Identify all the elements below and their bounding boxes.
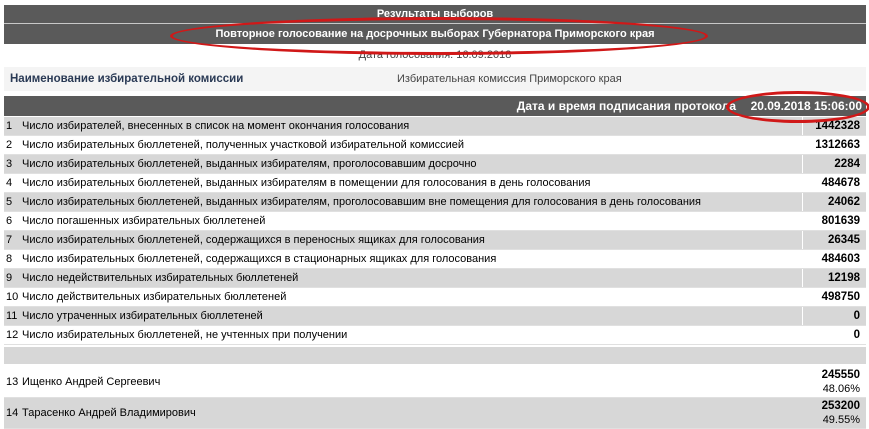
row-label: Число избирательных бюллетеней, содержащ… xyxy=(22,253,497,265)
row-value: 484603 xyxy=(821,253,860,265)
table-row: 2 Число избирательных бюллетеней, получен… xyxy=(4,136,866,155)
row-number: 2 xyxy=(6,139,13,151)
voting-date: Дата голосования: 16.09.2018 xyxy=(358,49,512,61)
row-value: 1312663 xyxy=(815,139,860,151)
table-row: 11 Число утраченных избирательных бюллете… xyxy=(4,307,866,326)
row-label: Число избирателей, внесенных в список на… xyxy=(22,120,410,132)
row-value: 1442328 xyxy=(815,120,860,132)
row-number: 9 xyxy=(6,272,13,284)
results-title: Результаты выборов xyxy=(4,5,866,24)
row-number: 12 xyxy=(6,329,19,341)
protocol-signing-label: Дата и время подписания протокола xyxy=(516,99,736,113)
row-number: 4 xyxy=(6,177,13,189)
row-label: Число действительных избирательных бюлле… xyxy=(22,291,287,303)
table-row: 3 Число избирательных бюллетеней, выданны… xyxy=(4,155,866,174)
row-label: Число избирательных бюллетеней, выданных… xyxy=(22,158,477,170)
candidate-row: 14 Тарасенко Андрей Владимирович 253200 … xyxy=(4,398,866,429)
table-row: 8 Число избирательных бюллетеней, содержа… xyxy=(4,250,866,269)
row-label: Число избирательных бюллетеней, не учтен… xyxy=(22,329,348,341)
row-label: Число избирательных бюллетеней, содержащ… xyxy=(22,234,485,246)
row-number: 6 xyxy=(6,215,13,227)
table-row: 6 Число погашенных избирательных бюллетен… xyxy=(4,212,866,231)
candidate-votes: 253200 xyxy=(821,400,860,412)
table-row: 1 Число избирателей, внесенных в список н… xyxy=(4,117,866,136)
row-label: Число избирательных бюллетеней, выданных… xyxy=(22,196,702,208)
row-value: 498750 xyxy=(821,291,860,303)
commission-row: Наименование избирательной комиссии Изби… xyxy=(4,67,866,91)
row-number: 10 xyxy=(6,291,19,303)
candidate-name: Ищенко Андрей Сергеевич xyxy=(22,376,161,388)
row-number: 1 xyxy=(6,120,13,132)
row-value: 2284 xyxy=(834,158,860,170)
row-label: Число недействительных избирательных бюл… xyxy=(22,272,299,284)
protocol-signing-row: Дата и время подписания протокола 20.09.… xyxy=(4,96,866,116)
commission-value: Избирательная комиссия Приморского края xyxy=(397,73,622,85)
table-row: 7 Число избирательных бюллетеней, содержа… xyxy=(4,231,866,250)
row-number: 8 xyxy=(6,253,13,265)
row-value: 12198 xyxy=(828,272,860,284)
election-name: Повторное голосование на досрочных выбор… xyxy=(4,24,866,44)
row-value: 26345 xyxy=(828,234,860,246)
row-value: 484678 xyxy=(821,177,860,189)
table-row: 9 Число недействительных избирательных бю… xyxy=(4,269,866,288)
commission-label: Наименование избирательной комиссии xyxy=(10,73,244,85)
table-row: 10 Число действительных избирательных бюл… xyxy=(4,288,866,307)
candidate-votes: 245550 xyxy=(821,369,860,381)
election-results-page: Результаты выборов Повторное голосование… xyxy=(0,0,869,429)
row-label: Число избирательных бюллетеней, выданных… xyxy=(22,177,591,189)
row-value: 801639 xyxy=(821,215,860,227)
row-number: 3 xyxy=(6,158,13,170)
table-row: 12 Число избирательных бюллетеней, не учт… xyxy=(4,326,866,345)
protocol-table: 1 Число избирателей, внесенных в список н… xyxy=(4,117,866,429)
row-number: 14 xyxy=(6,407,19,419)
row-value: 0 xyxy=(853,329,860,341)
candidate-row: 13 Ищенко Андрей Сергеевич 245550 48.06% xyxy=(4,367,866,398)
row-number: 11 xyxy=(6,310,18,322)
row-label: Число утраченных избирательных бюллетене… xyxy=(22,310,263,322)
row-value: 24062 xyxy=(828,196,860,208)
row-label: Число избирательных бюллетеней, полученн… xyxy=(22,139,464,151)
candidate-name: Тарасенко Андрей Владимирович xyxy=(22,407,196,419)
candidate-percent: 48.06% xyxy=(822,383,860,395)
table-row: 5 Число избирательных бюллетеней, выданны… xyxy=(4,193,866,212)
protocol-signing-datetime: 20.09.2018 15:06:00 xyxy=(750,99,862,113)
row-number: 5 xyxy=(6,196,13,208)
row-value: 0 xyxy=(853,310,860,322)
section-divider xyxy=(4,347,866,364)
row-number: 7 xyxy=(6,234,13,246)
row-label: Число погашенных избирательных бюллетене… xyxy=(22,215,266,227)
row-number: 13 xyxy=(6,376,19,388)
table-row: 4 Число избирательных бюллетеней, выданны… xyxy=(4,174,866,193)
